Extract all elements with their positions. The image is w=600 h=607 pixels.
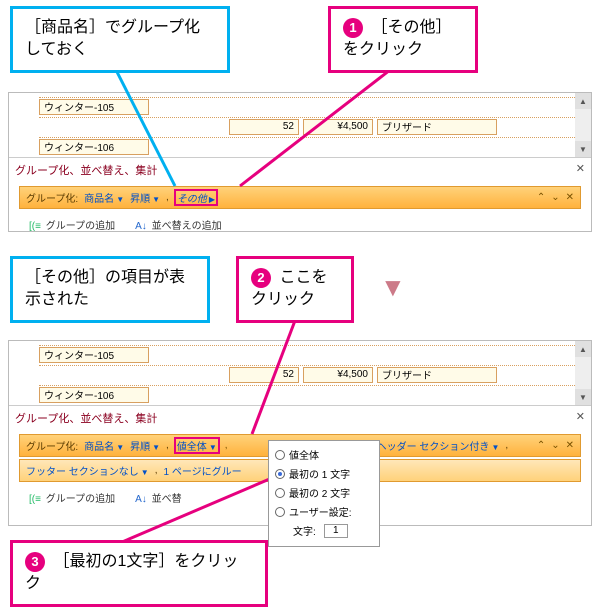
cell-product-code-2: ウィンター-106 bbox=[39, 387, 149, 403]
cell-product-code: ウィンター-105 bbox=[39, 347, 149, 363]
option-first-1-char[interactable]: 最初の 1 文字 bbox=[275, 464, 373, 483]
add-group-icon: [(≡ bbox=[29, 494, 41, 505]
scroll-down-icon[interactable]: ▼ bbox=[575, 389, 591, 405]
move-up-icon[interactable]: ⌃ bbox=[537, 192, 545, 203]
move-down-icon[interactable]: ⌄ bbox=[551, 440, 559, 451]
group-field-chip[interactable]: 商品名▼ bbox=[84, 190, 124, 205]
add-group-button[interactable]: [(≡ グループの追加 bbox=[29, 217, 115, 232]
cell-price: ¥4,500 bbox=[303, 367, 373, 383]
group-sort-chip[interactable]: 昇順▼ bbox=[130, 190, 160, 205]
group-more-chip[interactable]: その他▶ bbox=[175, 190, 217, 205]
sort-icon: A↓ bbox=[135, 221, 147, 232]
move-down-icon[interactable]: ⌄ bbox=[551, 192, 559, 203]
report-grid: ウィンター-105 52 ¥4,500 ブリザード ウィンター-106 ▲ ▼ bbox=[9, 93, 591, 157]
radio-icon bbox=[275, 450, 285, 460]
access-panel-1: ウィンター-105 52 ¥4,500 ブリザード ウィンター-106 ▲ ▼ … bbox=[8, 92, 592, 232]
group-sort-chip[interactable]: 昇順▼ bbox=[130, 438, 160, 453]
radio-on-icon bbox=[275, 469, 285, 479]
callout-text: ［最初の1文字］をクリック bbox=[25, 553, 238, 592]
vertical-scrollbar[interactable]: ▲ ▼ bbox=[575, 93, 591, 157]
close-icon[interactable]: ✕ bbox=[576, 410, 585, 426]
cell-name: ブリザード bbox=[377, 367, 497, 383]
radio-icon bbox=[275, 488, 285, 498]
step-1-badge: 1 bbox=[343, 18, 363, 38]
scroll-up-icon[interactable]: ▲ bbox=[575, 341, 591, 357]
delete-group-icon[interactable]: ✕ bbox=[566, 440, 574, 451]
section-title: グループ化、並べ替え、集計 bbox=[15, 410, 157, 426]
group-page-chip[interactable]: 1 ページにグルー bbox=[163, 463, 241, 478]
callout-text: ［その他］の項目が表示された bbox=[25, 269, 185, 308]
group-footer-chip[interactable]: フッター セクションなし▼ bbox=[26, 463, 149, 478]
option-first-2-char[interactable]: 最初の 2 文字 bbox=[275, 483, 373, 502]
sort-icon: A↓ bbox=[135, 494, 147, 505]
option-user-chars-row: 文字: bbox=[275, 521, 373, 540]
callout-text: ［商品名］でグループ化しておく bbox=[25, 19, 200, 58]
callout-step1: 1 ［その他］をクリック bbox=[328, 6, 478, 73]
group-field-chip[interactable]: 商品名▼ bbox=[84, 438, 124, 453]
step-3-badge: 3 bbox=[25, 552, 45, 572]
cell-qty: 52 bbox=[229, 119, 299, 135]
cell-product-code-2: ウィンター-106 bbox=[39, 139, 149, 155]
option-user-defined[interactable]: ユーザー設定: bbox=[275, 502, 373, 521]
chevron-down-icon: ▼ bbox=[380, 272, 406, 303]
group-sort-section-header-2: グループ化、並べ替え、集計 ✕ bbox=[9, 405, 591, 430]
scroll-up-icon[interactable]: ▲ bbox=[575, 93, 591, 109]
group-band[interactable]: グループ化: 商品名▼ 昇順▼ , その他▶ ⌃ ⌄ ✕ bbox=[19, 186, 581, 209]
group-sort-section-header: グループ化、並べ替え、集計 ✕ bbox=[9, 157, 591, 182]
delete-group-icon[interactable]: ✕ bbox=[566, 192, 574, 203]
group-value-chip[interactable]: 値全体▼ bbox=[175, 438, 219, 453]
group-label: グループ化: bbox=[26, 190, 78, 205]
radio-icon bbox=[275, 507, 285, 517]
vertical-scrollbar[interactable]: ▲ ▼ bbox=[575, 341, 591, 405]
report-grid-2: ウィンター-105 52 ¥4,500 ブリザード ウィンター-106 ▲ ▼ bbox=[9, 341, 591, 405]
close-icon[interactable]: ✕ bbox=[576, 162, 585, 178]
option-all-value[interactable]: 値全体 bbox=[275, 445, 373, 464]
group-header-chip[interactable]: ヘッダー セクション付き▼ bbox=[377, 438, 500, 453]
callout-step2: 2 ここをクリック bbox=[236, 256, 354, 323]
add-group-button[interactable]: [(≡ グループの追加 bbox=[29, 490, 115, 505]
add-group-icon: [(≡ bbox=[29, 221, 41, 232]
callout-group-by-product: ［商品名］でグループ化しておく bbox=[10, 6, 230, 73]
move-up-icon[interactable]: ⌃ bbox=[537, 440, 545, 451]
callout-more-shown: ［その他］の項目が表示された bbox=[10, 256, 210, 323]
group-interval-dropdown[interactable]: 値全体 最初の 1 文字 最初の 2 文字 ユーザー設定: 文字: bbox=[268, 440, 380, 547]
cell-name: ブリザード bbox=[377, 119, 497, 135]
step-2-badge: 2 bbox=[251, 268, 271, 288]
add-sort-button[interactable]: A↓ 並べ替 bbox=[135, 490, 181, 505]
add-sort-button[interactable]: A↓ 並べ替えの追加 bbox=[135, 217, 221, 232]
cell-product-code: ウィンター-105 bbox=[39, 99, 149, 115]
section-title: グループ化、並べ替え、集計 bbox=[15, 162, 157, 178]
cell-qty: 52 bbox=[229, 367, 299, 383]
cell-price: ¥4,500 bbox=[303, 119, 373, 135]
scroll-down-icon[interactable]: ▼ bbox=[575, 141, 591, 157]
user-char-count-input[interactable] bbox=[324, 524, 348, 538]
callout-step3: 3 ［最初の1文字］をクリック bbox=[10, 540, 268, 607]
group-label: グループ化: bbox=[26, 438, 78, 453]
add-row: [(≡ グループの追加 A↓ 並べ替えの追加 bbox=[9, 213, 591, 240]
